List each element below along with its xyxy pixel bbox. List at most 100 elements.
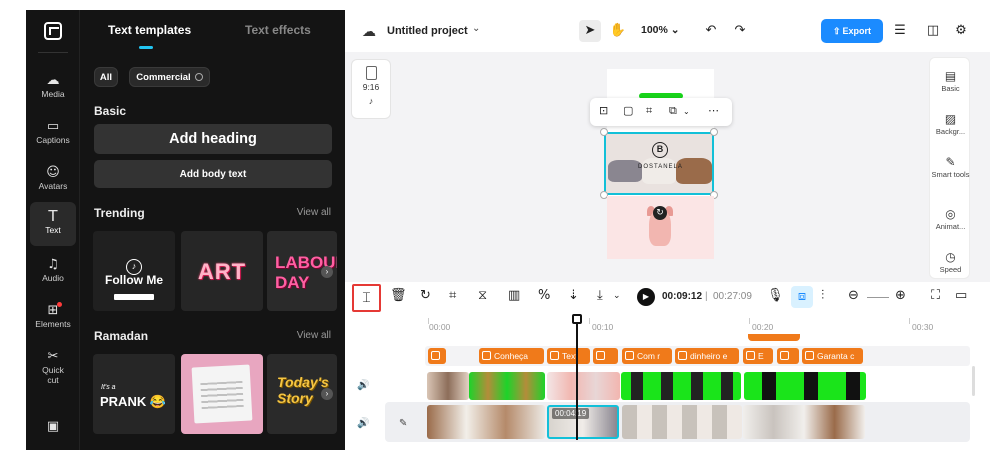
flip-icon[interactable]: ⧖ (478, 288, 487, 303)
template-card-follow-me[interactable]: ♪ Follow Me (93, 231, 175, 311)
overlay-clip[interactable] (621, 372, 741, 400)
resize-handle[interactable] (600, 128, 608, 136)
ruler-tick (589, 318, 590, 324)
text-clip[interactable]: Garanta c (802, 348, 863, 364)
split-view-icon[interactable]: ⫶ (821, 288, 824, 303)
magnet-icon[interactable]: ⧈ (791, 286, 813, 308)
rr-item-background[interactable]: ▨ Backgr... (930, 111, 971, 151)
volume-icon[interactable]: 🔊 (357, 380, 369, 391)
rail-item-avatars[interactable]: ☺ Avatars (30, 160, 76, 200)
app-logo[interactable] (44, 22, 62, 40)
aspect-ratio-selector[interactable]: 9:16 ♪ (351, 59, 391, 119)
text-clip-icon (482, 351, 491, 360)
frame-icon[interactable]: ▢ (623, 104, 633, 117)
chevron-right-icon[interactable]: › (321, 266, 333, 278)
edit-icon[interactable]: ✎ (399, 418, 407, 429)
text-clip[interactable]: Conheça (479, 348, 544, 364)
rail-item-audio[interactable]: ♫ Audio (30, 252, 76, 292)
resize-handle[interactable] (710, 128, 718, 136)
rail-item-text[interactable]: T Text (30, 202, 76, 246)
rail-item-elements[interactable]: ⊞ Elements (30, 298, 76, 338)
tab-text-effects[interactable]: Text effects (245, 23, 311, 37)
text-clip[interactable]: dinheiro e (675, 348, 739, 364)
text-clip[interactable]: Text (547, 348, 590, 364)
rail-item-shortcuts[interactable]: ▣ (30, 414, 76, 454)
replay-icon[interactable]: ↻ (420, 288, 431, 303)
ramadan-view-all-link[interactable]: View all (297, 330, 331, 341)
chevron-down-icon[interactable]: ⌄ (472, 23, 480, 34)
crop-icon[interactable]: ⌗ (646, 104, 652, 118)
quick-cut-icon: ✂ (47, 348, 59, 364)
layout-icon[interactable]: ◫ (922, 20, 944, 42)
main-clip[interactable] (427, 405, 545, 439)
undo-icon[interactable]: ↶ (700, 20, 722, 42)
export-button[interactable]: ⇧ Export (821, 19, 883, 43)
hand-tool-icon[interactable]: ✋ (607, 20, 629, 42)
chevron-down-icon[interactable]: ⌄ (613, 291, 621, 301)
chevron-down-icon[interactable]: ⌄ (683, 107, 690, 116)
filter-all[interactable]: All (94, 67, 118, 87)
play-button[interactable]: ▶ (637, 288, 655, 306)
delete-icon[interactable]: 🗑 (390, 288, 407, 303)
overlay-clip[interactable] (469, 372, 545, 400)
extract-icon[interactable]: ⇣ (568, 288, 579, 303)
add-heading-button[interactable]: Add heading (94, 124, 332, 154)
add-body-text-button[interactable]: Add body text (94, 160, 332, 188)
zoom-in-icon[interactable]: ⊕ (895, 288, 906, 303)
overlay-clip[interactable] (744, 372, 866, 400)
template-card-subtext: It's a (101, 384, 116, 391)
tab-text-templates[interactable]: Text templates (108, 23, 191, 37)
volume-icon[interactable]: 🔊 (357, 418, 369, 429)
zoom-out-icon[interactable]: ⊖ (848, 288, 859, 303)
redo-icon[interactable]: ↷ (729, 20, 751, 42)
playhead[interactable] (576, 316, 578, 440)
selected-video-element[interactable]: B DOSTANELA (604, 132, 714, 195)
project-title[interactable]: Untitled project (387, 25, 468, 37)
speed-ratio-icon[interactable]: % (538, 288, 550, 303)
settings-icon[interactable]: ⚙ (950, 20, 972, 42)
panel-tabs: Text templates Text effects (80, 10, 345, 50)
rotate-icon[interactable]: ↻ (653, 206, 667, 220)
vertical-scrollbar[interactable] (972, 366, 975, 396)
layers-icon[interactable]: ☰ (889, 20, 911, 42)
split-icon[interactable]: ⌶ (352, 284, 381, 312)
crop-icon[interactable]: ⌗ (449, 288, 456, 303)
template-card-prank[interactable]: It's a PRANK 😂 (93, 354, 175, 434)
playhead-handle[interactable] (572, 314, 582, 324)
template-card-art[interactable]: ART (181, 231, 263, 311)
text-clip[interactable] (777, 348, 799, 364)
text-clip[interactable]: E (743, 348, 773, 364)
download-icon[interactable]: ⤓ (597, 288, 603, 303)
bag-image (642, 158, 676, 184)
main-clip[interactable] (622, 405, 742, 439)
template-card-note[interactable] (181, 354, 263, 434)
fit-icon[interactable]: ⛶ (931, 288, 940, 303)
mask-icon[interactable]: ⧉ (669, 104, 677, 118)
bag-image (608, 160, 642, 182)
microphone-icon[interactable]: 🎙 (767, 288, 784, 303)
text-clip[interactable]: Com r (622, 348, 672, 364)
chevron-right-icon[interactable]: › (321, 388, 333, 400)
text-clip[interactable] (428, 348, 446, 364)
zoom-slider[interactable] (867, 297, 889, 298)
rail-item-quick-cut[interactable]: ✂ Quick cut (30, 344, 76, 390)
filter-commercial[interactable]: Commercial (129, 67, 210, 87)
replace-icon[interactable]: ⊡ (599, 104, 608, 117)
freeze-icon[interactable]: ▥ (508, 288, 520, 303)
rr-item-animation[interactable]: ◎ Animat... (930, 206, 971, 246)
overlay-clip[interactable] (547, 372, 620, 400)
rr-item-smart-tools[interactable]: ✎ Smart tools (930, 154, 971, 194)
pointer-tool-icon[interactable]: ➤ (579, 20, 601, 42)
text-clip[interactable] (593, 348, 618, 364)
more-icon[interactable]: ⋯ (708, 104, 719, 117)
rail-item-captions[interactable]: ▭ Captions (30, 114, 76, 154)
timeline[interactable]: 00:00 00:10 00:20 00:30 Conheça Text Com… (345, 314, 990, 450)
zoom-level[interactable]: 100% ⌄ (641, 24, 680, 36)
rr-item-basic[interactable]: ▤ Basic (930, 68, 971, 108)
captions-toggle-icon[interactable]: ▭ (955, 288, 967, 303)
rail-item-media[interactable]: ☁ Media (30, 68, 76, 108)
audio-marker[interactable] (748, 334, 800, 341)
main-clip[interactable] (743, 405, 865, 439)
trending-view-all-link[interactable]: View all (297, 207, 331, 218)
overlay-clip[interactable] (427, 372, 469, 400)
